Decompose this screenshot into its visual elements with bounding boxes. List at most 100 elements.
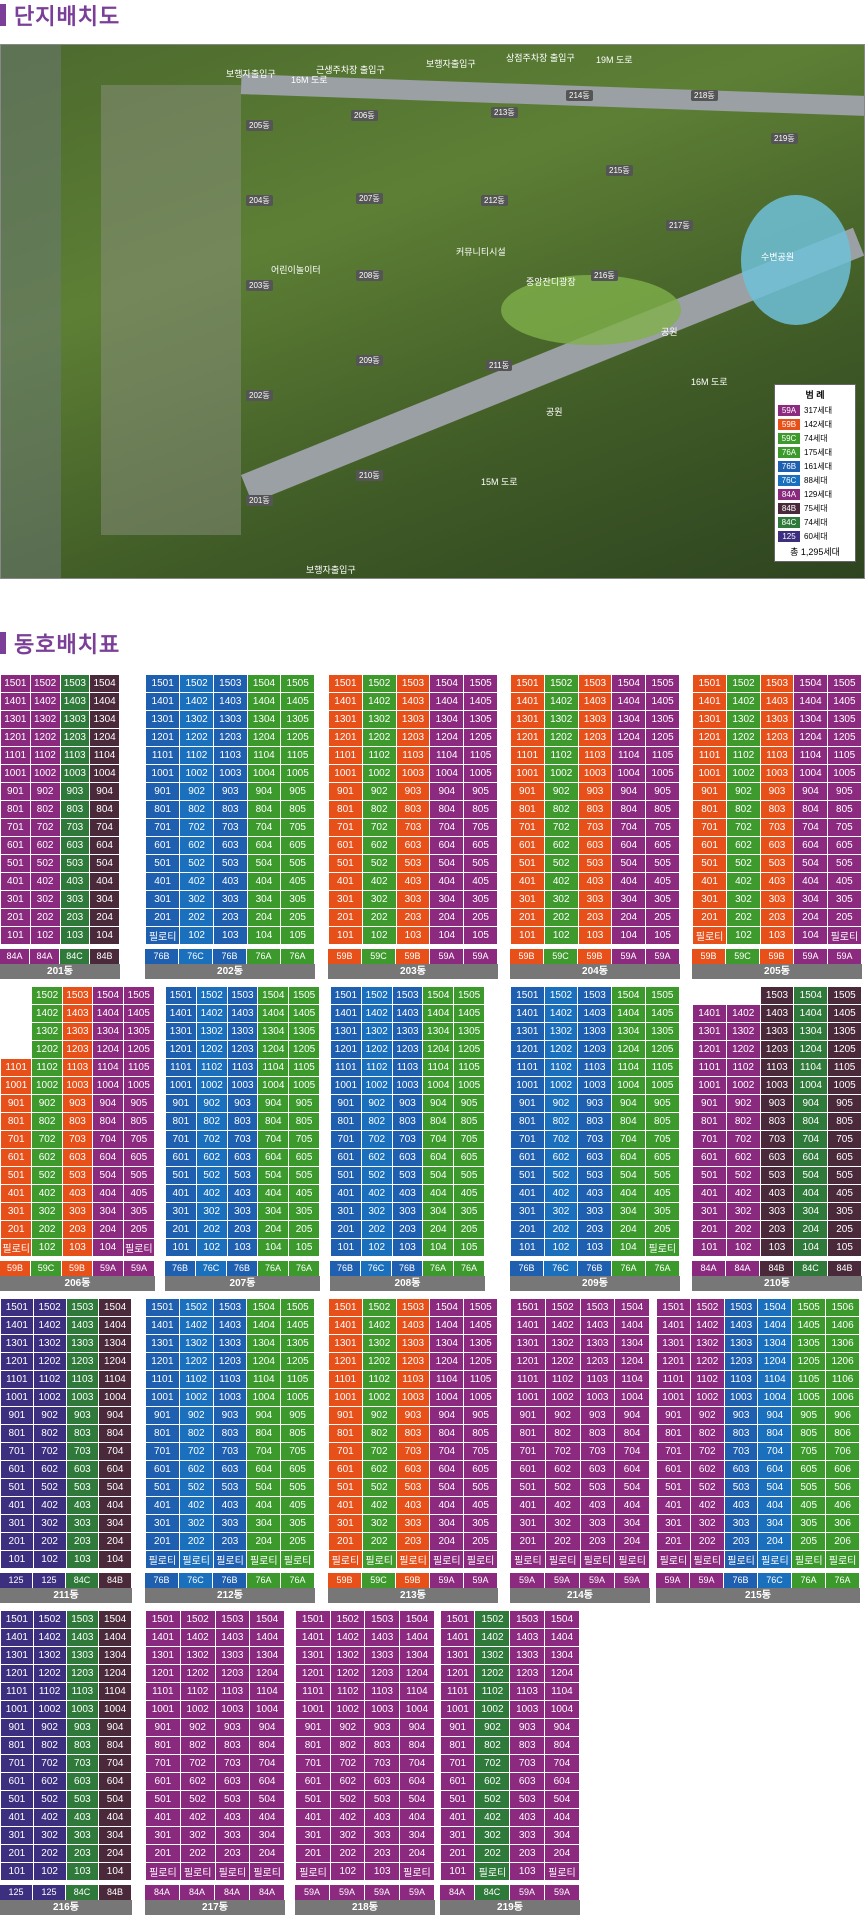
floor-row: 701 702 703 704 705 706 [656, 1442, 860, 1461]
unit-cell: 1302 [361, 1334, 397, 1353]
unit-cell: 203 [759, 908, 795, 927]
unit-cell: 1002 [330, 1700, 366, 1719]
unit-grid: 1501 1502 1503 1504 1401 1402 1403 1404 1301 1302… [0, 1610, 132, 1881]
unit-cell: 1505 [122, 986, 156, 1005]
unit-cell: 701 [692, 1130, 727, 1149]
map-building-label: 204동 [246, 195, 273, 206]
unit-cell: 404 [611, 1184, 646, 1203]
unit-cell: 1404 [793, 1004, 829, 1023]
unit-cell: 1104 [429, 746, 465, 765]
unit-cell: 801 [145, 1424, 180, 1443]
unit-cell: 1104 [757, 1370, 793, 1389]
unit-cell: 104 [257, 1238, 290, 1257]
legend-count: 75세대 [804, 503, 828, 513]
legend-swatch: 125 [778, 530, 800, 542]
unit-cell: 1402 [31, 1004, 63, 1023]
unit-cell: 1003 [395, 764, 431, 783]
unit-cell: 601 [294, 1772, 332, 1791]
unit-cell: 702 [474, 1754, 511, 1773]
floor-row: 필로티 필로티 필로티 필로티 필로티 [328, 1550, 498, 1569]
floor-row: 701 702 703 704 705 [165, 1130, 320, 1149]
unit-cell: 1203 [759, 1040, 795, 1059]
unit-cell: 801 [0, 1736, 34, 1755]
unit-cell: 1305 [463, 710, 498, 729]
unit-cell: 802 [361, 1424, 397, 1443]
unit-cell: 304 [429, 1514, 465, 1533]
unit-cell: 204 [246, 908, 282, 927]
unit-cell: 1205 [122, 1040, 156, 1059]
unit-cell: 1204 [543, 1664, 581, 1683]
unit-cell: 1403 [391, 1004, 424, 1023]
floor-row: 601 602 603 604 605 [510, 836, 680, 855]
unit-cell: 501 [656, 1478, 691, 1497]
unit-grid: 1501 1502 1503 1504 1401 1402 1403 1404 1301 1302… [439, 1610, 581, 1881]
unit-cell: 603 [214, 1772, 251, 1791]
unit-cell: 1503 [577, 674, 613, 693]
unit-cell: 1104 [246, 746, 282, 765]
legend-count: 129세대 [804, 489, 833, 499]
type-row: 84A 84A 84A 84A [145, 1885, 285, 1900]
unit-cell: 1203 [577, 1040, 613, 1059]
unit-cell: 803 [65, 1736, 100, 1755]
unit-cell: 602 [330, 1772, 366, 1791]
unit-cell: 603 [395, 836, 431, 855]
type-badge: 59A [464, 949, 498, 964]
map-park-label: 공원 [546, 407, 563, 417]
unit-cell: 1202 [330, 1664, 366, 1683]
type-row: 59B 59C 59B 59A 59A [510, 949, 680, 964]
unit-cell: 1103 [65, 1370, 100, 1389]
unit-cell: 705 [288, 1130, 320, 1149]
unit-cell: 402 [179, 1808, 216, 1827]
unit-cell: 601 [510, 1460, 546, 1479]
unit-cell: 102 [543, 1238, 579, 1257]
floor-row: 101 102 103 104 필로티 [510, 1238, 681, 1257]
map-park-label: 수변공원 [761, 252, 795, 262]
legend-count: 60세대 [804, 531, 828, 541]
unit-cell: 202 [195, 1220, 228, 1239]
unit-cell: 704 [257, 1130, 290, 1149]
unit-cell: 1404 [422, 1004, 455, 1023]
unit-cell: 701 [165, 1130, 197, 1149]
floor-row: 1301 1302 1303 1304 1305 [328, 1334, 498, 1353]
unit-cell: 704 [543, 1754, 581, 1773]
unit-cell: 1002 [32, 1700, 67, 1719]
unit-cell: 1205 [280, 1352, 315, 1371]
unit-cell: 205 [280, 1532, 315, 1551]
unit-cell: 403 [212, 1496, 248, 1515]
map-building-label: 205동 [246, 120, 273, 131]
unit-cell: 1405 [122, 1004, 156, 1023]
unit-cell: 1402 [179, 1628, 216, 1647]
unit-cell: 404 [92, 1184, 124, 1203]
unit-cell: 1305 [453, 1022, 485, 1041]
unit-cell: 필로티 [294, 1862, 332, 1881]
unit-cell: 103 [759, 926, 795, 945]
unit-cell: 303 [226, 1202, 259, 1221]
unit-cell: 303 [579, 1514, 616, 1533]
unit-cell: 1405 [644, 1004, 681, 1023]
unit-cell: 1103 [212, 1370, 248, 1389]
unit-grid: 1503 1504 1505 1401 1402 1403 1404 1405 1301 1302… [692, 986, 862, 1257]
floor-row: 601 602 603 604 [0, 836, 120, 855]
floor-row: 1101 1102 1103 1104 1105 [691, 746, 863, 765]
floor-row: 1201 1202 1203 1204 1205 1206 [656, 1352, 860, 1371]
unit-cell: 203 [59, 908, 91, 927]
unit-cell: 1403 [226, 1004, 259, 1023]
unit-cell: 103 [226, 1238, 259, 1257]
unit-cell: 404 [543, 1808, 581, 1827]
unit-cell: 803 [509, 1736, 545, 1755]
unit-cell: 1403 [577, 1004, 613, 1023]
floor-row: 1101 1102 1103 1104 [510, 1370, 650, 1389]
unit-cell: 202 [543, 1220, 579, 1239]
type-badge: 59B [578, 949, 612, 964]
unit-cell: 1501 [0, 1610, 34, 1629]
unit-grid: 1501 1502 1503 1504 1401 1402 1403 1404 1301 1302… [510, 1298, 650, 1569]
unit-cell: 1002 [179, 1700, 216, 1719]
unit-cell: 404 [429, 1496, 465, 1515]
unit-cell: 302 [31, 1202, 63, 1221]
unit-cell: 603 [59, 836, 91, 855]
floor-row: 1101 1102 1103 1104 [145, 1682, 285, 1701]
unit-cell: 302 [361, 1514, 397, 1533]
floor-row: 201 202 203 204 205 [328, 1532, 498, 1551]
type-badge: 59B [692, 949, 726, 964]
unit-cell: 1003 [509, 1700, 545, 1719]
